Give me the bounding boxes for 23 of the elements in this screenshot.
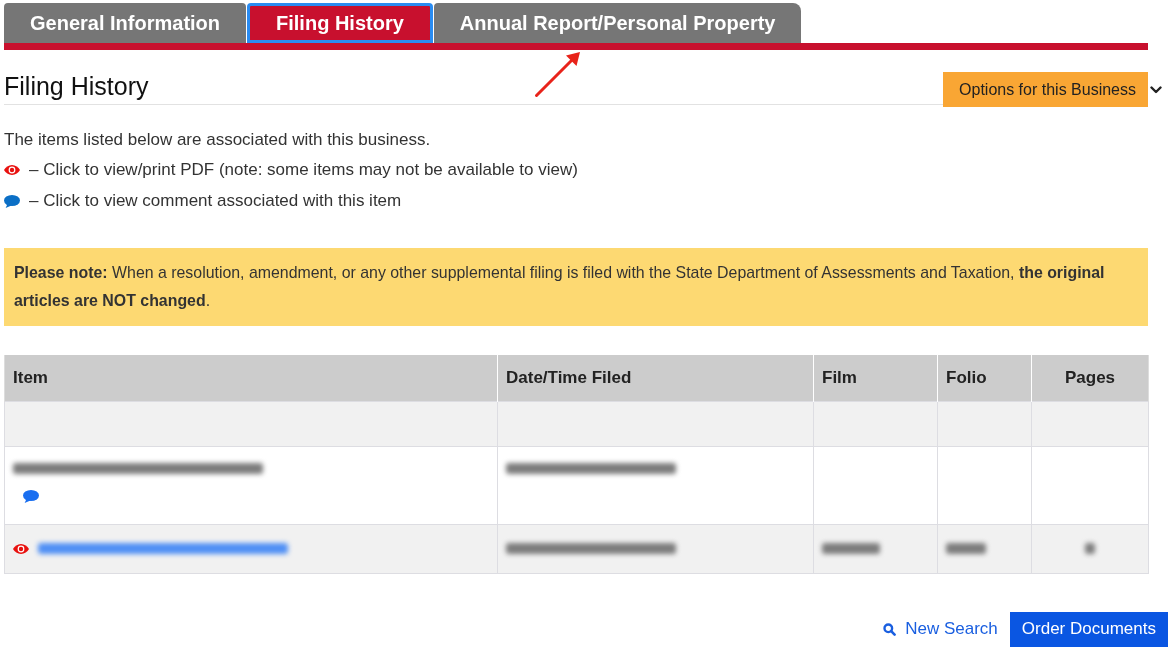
notice-text: Please note: When a resolution, amendment, or any other supplemental filing is filed with the State Department of Assessments and Taxation, the original articles are NOT changed. (4, 248, 1148, 326)
tab[interactable]: Annual Report/Personal Property (433, 3, 802, 43)
eye-icon[interactable] (13, 543, 29, 554)
speech-bubble-icon[interactable] (23, 490, 39, 503)
chevron-down-icon[interactable] (1150, 86, 1162, 94)
arrow-annotation (534, 51, 581, 98)
column-header: Pages (1031, 355, 1149, 401)
search-icon (883, 622, 897, 636)
new-search-link[interactable]: New Search (883, 619, 998, 639)
column-header: Date/Time Filed (497, 355, 814, 401)
legend-text: – Click to view comment associated with this item (29, 191, 402, 211)
eye-icon (4, 165, 20, 175)
tab[interactable]: Filing History (247, 3, 433, 43)
column-header: Folio (937, 355, 1032, 401)
speech-bubble-icon (4, 194, 20, 208)
legend-text: – Click to view/print PDF (note: some items may not be available to view) (29, 160, 578, 180)
column-header: Film (813, 355, 938, 401)
column-header: Item (4, 355, 498, 401)
order-documents-button[interactable]: Order Documents (1009, 611, 1168, 647)
intro-text: The items listed below are associated with this business. (4, 129, 432, 151)
tab[interactable]: General Information (4, 3, 247, 43)
options-button[interactable]: Options for this Business (943, 72, 1148, 107)
page-heading: Filing History (4, 71, 944, 105)
